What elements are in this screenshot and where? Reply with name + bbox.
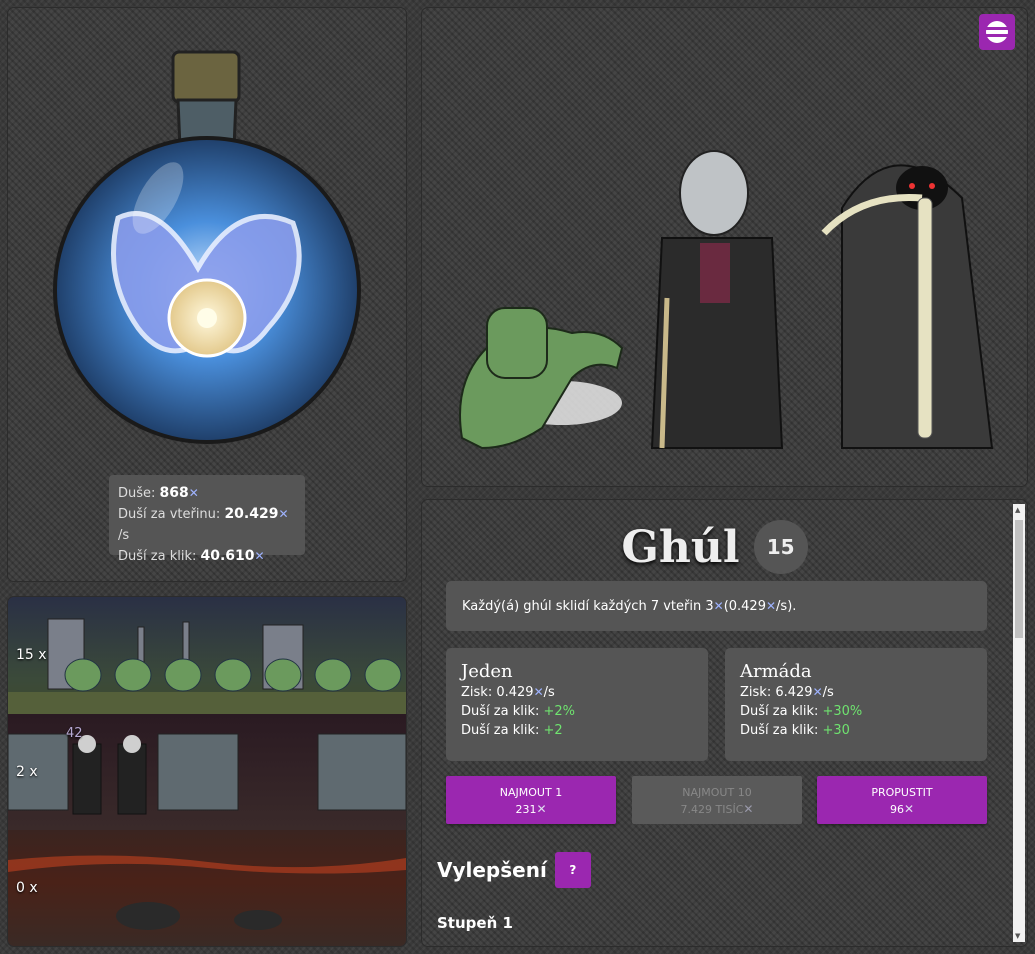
gain-value: 6.429 (775, 685, 813, 700)
army-title: Armáda (740, 661, 812, 682)
reaper-figure (821, 164, 994, 449)
description-end: /s). (776, 598, 797, 614)
click-pct-label: Duší za klik: (461, 704, 540, 719)
butterfly-icon: ✕ (188, 486, 199, 500)
character-scene-panel (422, 8, 1027, 486)
butterfly-icon: ✕ (765, 599, 777, 613)
butterfly-icon: ✕ (812, 685, 823, 699)
click-pct-value: +2% (543, 704, 576, 719)
ghoul-figure (459, 307, 624, 450)
per-click-value: 40.610 (200, 548, 255, 564)
underworld-count: 0 x (16, 880, 38, 896)
single-card: Jeden Zisk: 0.429✕/s Duší za klik: +2% D… (446, 648, 708, 761)
click-label: Duší za klik: (740, 723, 819, 738)
upgrades-help-button[interactable]: ? (554, 852, 591, 888)
world-panel: 15 x 42 2 x 0 x (8, 597, 406, 946)
souls-value: 868 (159, 485, 189, 501)
per-second-label: Duší za vteřinu: (118, 507, 221, 522)
scroll-up-icon[interactable]: ▲ (1015, 506, 1020, 514)
tier-label: Stupeň 1 (437, 914, 513, 932)
unit-header: Ghúl 15 (422, 520, 1007, 574)
butterfly-icon: ✕ (713, 599, 724, 613)
vampire-figure (650, 150, 784, 449)
unit-level-badge: 15 (753, 520, 808, 574)
hire-1-cost: 231 (515, 803, 537, 816)
butterfly-icon: ✕ (743, 802, 754, 816)
per-second-unit: /s (118, 528, 130, 543)
gain-unit: /s (543, 685, 555, 700)
gain-value: 0.429 (496, 685, 534, 700)
graveyard-scene (8, 618, 406, 714)
mansion-count: 2 x (16, 764, 38, 780)
hire-10-label: NAJMOUT 10 (682, 786, 752, 799)
unit-info-panel: Ghúl 15 Každý(á) ghúl sklidí každých 7 v… (422, 500, 1027, 946)
release-label: PROPUSTIT (871, 786, 933, 799)
butterfly-icon: ✕ (533, 685, 544, 699)
per-second-line: Duší za vteřinu: 20.429✕ /s (118, 504, 296, 546)
click-pct-label: Duší za klik: (740, 704, 819, 719)
graveyard-count: 15 x (16, 647, 47, 663)
single-title: Jeden (461, 661, 513, 682)
per-click-label: Duší za klik: (118, 549, 197, 564)
upgrades-header: Vylepšení ? (437, 852, 591, 888)
characters-illustration (459, 150, 994, 450)
unit-description: Každý(á) ghúl sklidí každých 7 vteřin 3 ✕… (446, 581, 987, 631)
hire-1-button[interactable]: NAJMOUT 1 231✕ (446, 776, 616, 824)
souls-label: Duše: (118, 486, 156, 501)
gain-label: Zisk: (461, 685, 493, 700)
butterfly-icon: ✕ (903, 802, 915, 816)
mansion-row[interactable]: 42 2 x (8, 714, 406, 830)
soul-orb-panel: Duše: 868✕ Duší za vteřinu: 20.429✕/s Du… (8, 8, 406, 581)
release-cost: 96 (889, 803, 904, 816)
scrollbar-thumb[interactable] (1015, 520, 1023, 638)
graveyard-row[interactable]: 15 x (8, 597, 406, 714)
click-pct-value: +30% (822, 704, 863, 719)
upgrades-title: Vylepšení (437, 858, 547, 882)
per-second-value: 20.429 (224, 506, 279, 522)
butterfly-icon: ✕ (254, 549, 265, 563)
underworld-scene (8, 855, 406, 930)
scrollbar[interactable]: ▲ ▼ (1013, 504, 1025, 942)
soul-stats: Duše: 868✕ Duší za vteřinu: 20.429✕/s Du… (109, 475, 305, 564)
scroll-down-icon[interactable]: ▼ (1015, 932, 1020, 940)
click-label: Duší za klik: (461, 723, 540, 738)
hire-10-button[interactable]: NAJMOUT 10 7.429 TISÍC✕ (632, 776, 802, 824)
floating-soul-number: 42 (66, 726, 83, 741)
description-text: Každý(á) ghúl sklidí každých 7 vteřin 3 (462, 598, 714, 614)
click-value: +2 (543, 723, 563, 738)
description-rate: (0.429 (723, 598, 766, 614)
per-click-line: Duší za klik: 40.610✕ (118, 546, 296, 567)
souls-line: Duše: 868✕ (118, 483, 296, 504)
butterfly-icon: ✕ (536, 802, 547, 816)
soul-bottle-icon[interactable] (8, 8, 406, 468)
unit-name: Ghúl (621, 521, 740, 573)
gain-unit: /s (822, 685, 834, 700)
army-card: Armáda Zisk: 6.429✕/s Duší za klik: +30%… (725, 648, 987, 761)
gain-label: Zisk: (740, 685, 772, 700)
underworld-row[interactable]: 0 x (8, 830, 406, 946)
hire-10-cost: 7.429 TISÍC (680, 803, 744, 816)
butterfly-icon: ✕ (278, 507, 289, 521)
click-value: +30 (822, 723, 850, 738)
hire-1-label: NAJMOUT 1 (499, 786, 563, 799)
release-button[interactable]: PROPUSTIT 96✕ (817, 776, 987, 824)
